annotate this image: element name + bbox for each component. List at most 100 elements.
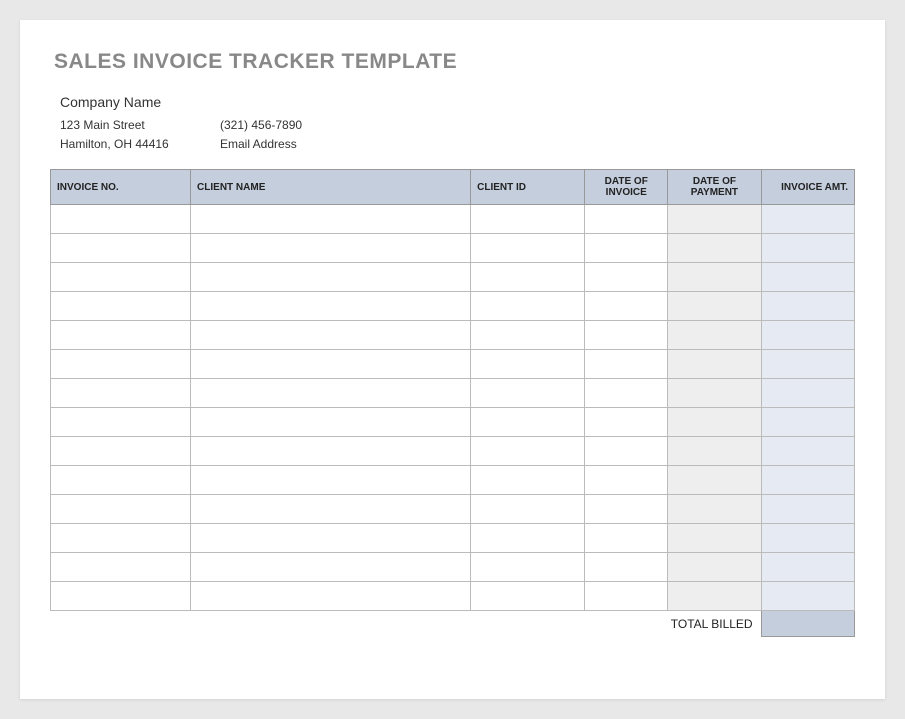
table-row	[51, 553, 855, 582]
cell-invoice_no[interactable]	[51, 263, 191, 292]
cell-date_payment[interactable]	[668, 466, 761, 495]
cell-client_id[interactable]	[471, 553, 585, 582]
cell-client_id[interactable]	[471, 350, 585, 379]
table-row	[51, 205, 855, 234]
company-address: 123 Main Street	[60, 118, 190, 132]
cell-client_id[interactable]	[471, 205, 585, 234]
cell-date_invoice[interactable]	[585, 205, 668, 234]
table-row	[51, 263, 855, 292]
cell-date_invoice[interactable]	[585, 495, 668, 524]
cell-date_invoice[interactable]	[585, 524, 668, 553]
cell-client_name[interactable]	[191, 437, 471, 466]
cell-invoice_no[interactable]	[51, 292, 191, 321]
cell-invoice_amt[interactable]	[761, 524, 854, 553]
table-row	[51, 582, 855, 611]
cell-client_name[interactable]	[191, 263, 471, 292]
cell-client_id[interactable]	[471, 582, 585, 611]
cell-client_id[interactable]	[471, 495, 585, 524]
cell-invoice_no[interactable]	[51, 582, 191, 611]
cell-client_id[interactable]	[471, 408, 585, 437]
cell-date_payment[interactable]	[668, 350, 761, 379]
invoice-table: INVOICE NO. CLIENT NAME CLIENT ID DATE O…	[50, 169, 855, 637]
cell-date_invoice[interactable]	[585, 408, 668, 437]
cell-date_invoice[interactable]	[585, 437, 668, 466]
cell-invoice_no[interactable]	[51, 408, 191, 437]
cell-client_id[interactable]	[471, 234, 585, 263]
cell-client_name[interactable]	[191, 582, 471, 611]
cell-date_payment[interactable]	[668, 553, 761, 582]
cell-date_invoice[interactable]	[585, 379, 668, 408]
cell-invoice_amt[interactable]	[761, 379, 854, 408]
cell-date_invoice[interactable]	[585, 263, 668, 292]
document-title: SALES INVOICE TRACKER TEMPLATE	[54, 50, 855, 74]
cell-date_invoice[interactable]	[585, 553, 668, 582]
cell-invoice_amt[interactable]	[761, 553, 854, 582]
cell-client_name[interactable]	[191, 350, 471, 379]
cell-invoice_no[interactable]	[51, 321, 191, 350]
cell-date_payment[interactable]	[668, 205, 761, 234]
cell-invoice_amt[interactable]	[761, 466, 854, 495]
cell-invoice_no[interactable]	[51, 466, 191, 495]
header-invoice-no: INVOICE NO.	[51, 170, 191, 205]
cell-date_invoice[interactable]	[585, 321, 668, 350]
cell-invoice_amt[interactable]	[761, 350, 854, 379]
table-row	[51, 524, 855, 553]
cell-client_name[interactable]	[191, 553, 471, 582]
cell-date_invoice[interactable]	[585, 350, 668, 379]
cell-date_payment[interactable]	[668, 524, 761, 553]
cell-date_payment[interactable]	[668, 263, 761, 292]
cell-client_id[interactable]	[471, 437, 585, 466]
cell-date_payment[interactable]	[668, 437, 761, 466]
cell-date_invoice[interactable]	[585, 582, 668, 611]
cell-invoice_amt[interactable]	[761, 205, 854, 234]
cell-client_id[interactable]	[471, 466, 585, 495]
header-invoice-amt: INVOICE AMT.	[761, 170, 854, 205]
cell-invoice_amt[interactable]	[761, 234, 854, 263]
cell-date_invoice[interactable]	[585, 466, 668, 495]
cell-invoice_amt[interactable]	[761, 437, 854, 466]
cell-client_name[interactable]	[191, 466, 471, 495]
cell-date_payment[interactable]	[668, 495, 761, 524]
cell-date_invoice[interactable]	[585, 292, 668, 321]
cell-date_payment[interactable]	[668, 292, 761, 321]
cell-client_id[interactable]	[471, 379, 585, 408]
cell-date_payment[interactable]	[668, 408, 761, 437]
cell-date_payment[interactable]	[668, 321, 761, 350]
company-email: Email Address	[220, 137, 297, 151]
cell-invoice_no[interactable]	[51, 495, 191, 524]
cell-invoice_no[interactable]	[51, 379, 191, 408]
table-header-row: INVOICE NO. CLIENT NAME CLIENT ID DATE O…	[51, 170, 855, 205]
cell-client_name[interactable]	[191, 495, 471, 524]
table-row	[51, 379, 855, 408]
cell-client_name[interactable]	[191, 379, 471, 408]
cell-invoice_amt[interactable]	[761, 263, 854, 292]
cell-client_name[interactable]	[191, 292, 471, 321]
cell-client_name[interactable]	[191, 408, 471, 437]
cell-invoice_no[interactable]	[51, 553, 191, 582]
cell-invoice_amt[interactable]	[761, 321, 854, 350]
cell-invoice_no[interactable]	[51, 234, 191, 263]
cell-client_name[interactable]	[191, 234, 471, 263]
cell-invoice_amt[interactable]	[761, 495, 854, 524]
cell-client_id[interactable]	[471, 321, 585, 350]
cell-client_id[interactable]	[471, 524, 585, 553]
cell-client_name[interactable]	[191, 321, 471, 350]
cell-date_payment[interactable]	[668, 379, 761, 408]
cell-invoice_no[interactable]	[51, 524, 191, 553]
cell-invoice_amt[interactable]	[761, 292, 854, 321]
cell-invoice_amt[interactable]	[761, 582, 854, 611]
table-row	[51, 437, 855, 466]
cell-invoice_no[interactable]	[51, 205, 191, 234]
company-name: Company Name	[60, 94, 855, 110]
cell-invoice_amt[interactable]	[761, 408, 854, 437]
cell-invoice_no[interactable]	[51, 350, 191, 379]
cell-date_invoice[interactable]	[585, 234, 668, 263]
total-billed-row: TOTAL BILLED	[51, 611, 855, 637]
cell-client_name[interactable]	[191, 524, 471, 553]
cell-date_payment[interactable]	[668, 234, 761, 263]
cell-invoice_no[interactable]	[51, 437, 191, 466]
cell-client_id[interactable]	[471, 263, 585, 292]
cell-client_id[interactable]	[471, 292, 585, 321]
cell-client_name[interactable]	[191, 205, 471, 234]
cell-date_payment[interactable]	[668, 582, 761, 611]
